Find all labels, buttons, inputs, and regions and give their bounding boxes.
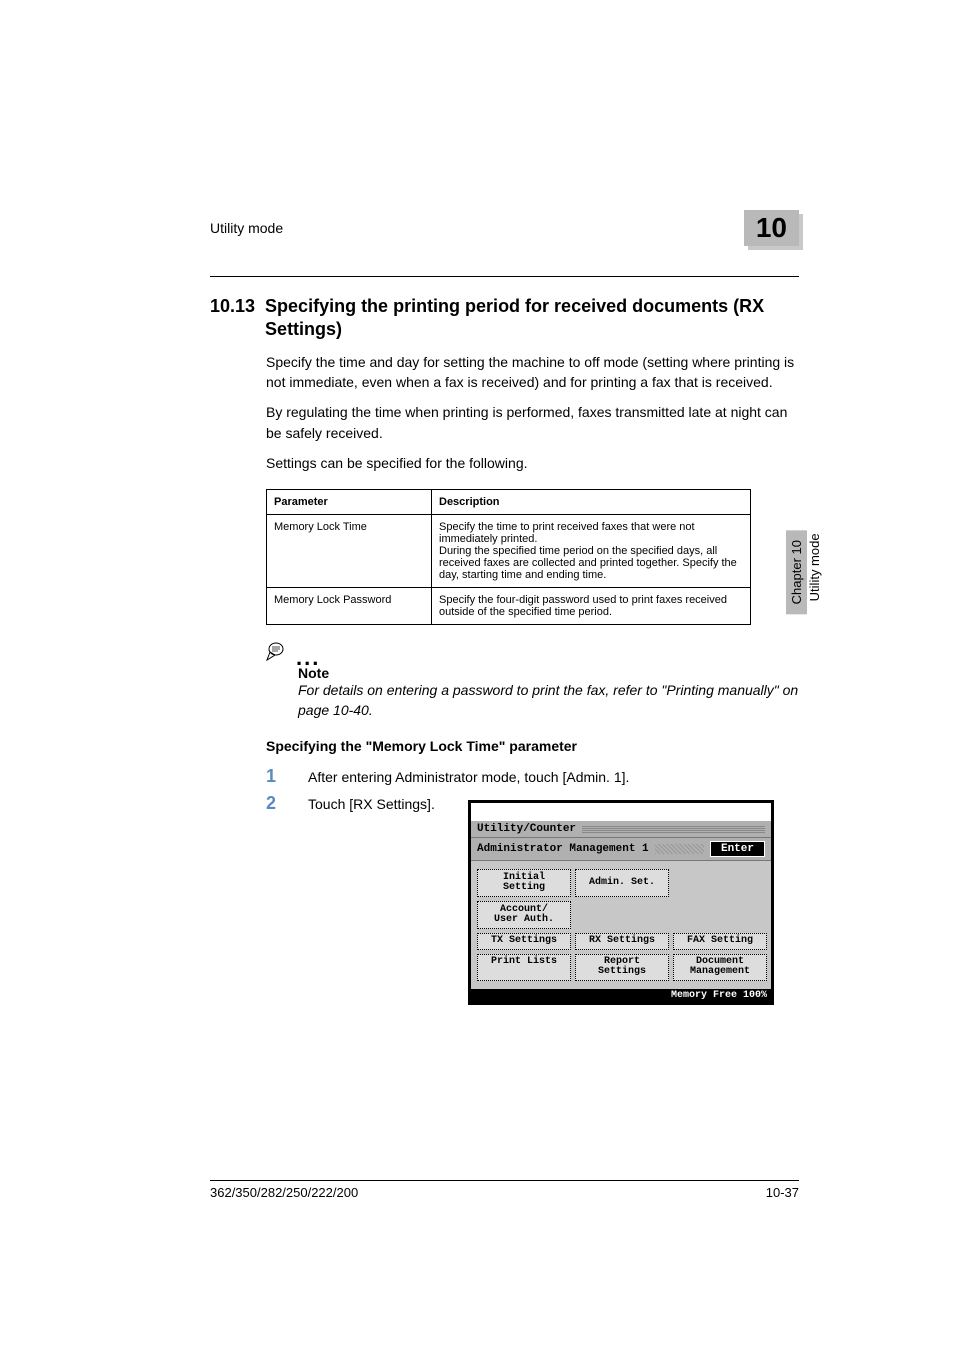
chapter-badge: 10	[744, 210, 799, 246]
table-header: Parameter	[267, 490, 432, 515]
screen-title: Utility/Counter	[477, 823, 576, 835]
sub-heading: Specifying the "Memory Lock Time" parame…	[266, 738, 799, 754]
paragraph: By regulating the time when printing is …	[266, 402, 799, 443]
footer-left: 362/350/282/250/222/200	[210, 1185, 358, 1200]
side-chapter-label: Chapter 10	[786, 530, 807, 614]
note-body: For details on entering a password to pr…	[298, 681, 799, 720]
page-footer: 362/350/282/250/222/200 10-37	[210, 1180, 799, 1200]
table-row: Memory Lock Time Specify the time to pri…	[267, 515, 751, 588]
section-number: 10.13	[210, 295, 255, 342]
fax-setting-button[interactable]: FAX Setting	[673, 933, 767, 950]
memory-indicator: Memory Free 100%	[471, 989, 771, 1002]
side-tab: Chapter 10 Utility mode	[786, 520, 822, 614]
divider	[210, 276, 799, 277]
print-lists-button[interactable]: Print Lists	[477, 954, 571, 981]
section-title: Specifying the printing period for recei…	[265, 295, 799, 342]
step-text: After entering Administrator mode, touch…	[308, 766, 629, 785]
side-mode-label: Utility mode	[807, 520, 822, 614]
ellipsis-icon: ...	[296, 652, 320, 663]
screen-subtitle: Administrator Management 1	[477, 843, 649, 855]
running-title: Utility mode	[210, 220, 283, 236]
table-cell: Specify the time to print received faxes…	[432, 515, 751, 588]
initial-setting-button[interactable]: Initial Setting	[477, 869, 571, 897]
footer-page-number: 10-37	[766, 1185, 799, 1200]
paragraph: Specify the time and day for setting the…	[266, 352, 799, 393]
account-user-auth-button[interactable]: Account/ User Auth.	[477, 901, 571, 929]
section-heading: 10.13 Specifying the printing period for…	[210, 295, 799, 342]
step-text: Touch [RX Settings].	[308, 793, 435, 812]
table-cell: Memory Lock Password	[267, 588, 432, 625]
step-number: 2	[266, 793, 282, 814]
note: ... Note For details on entering a passw…	[266, 641, 799, 720]
paragraph: Settings can be specified for the follow…	[266, 453, 799, 473]
note-label: Note	[298, 665, 799, 681]
table-header: Description	[432, 490, 751, 515]
step: 1 After entering Administrator mode, tou…	[266, 766, 799, 787]
table-row: Memory Lock Password Specify the four-di…	[267, 588, 751, 625]
device-screenshot: Utility/Counter Administrator Management…	[468, 800, 774, 1005]
step-number: 1	[266, 766, 282, 787]
note-icon	[266, 641, 292, 663]
parameter-table: Parameter Description Memory Lock Time S…	[266, 489, 751, 625]
tx-settings-button[interactable]: TX Settings	[477, 933, 571, 950]
table-cell: Memory Lock Time	[267, 515, 432, 588]
chapter-number: 10	[756, 212, 787, 243]
admin-set-button[interactable]: Admin. Set.	[575, 869, 669, 897]
table-cell: Specify the four-digit password used to …	[432, 588, 751, 625]
document-management-button[interactable]: Document Management	[673, 954, 767, 981]
enter-button[interactable]: Enter	[710, 841, 765, 857]
report-settings-button[interactable]: Report Settings	[575, 954, 669, 981]
rx-settings-button[interactable]: RX Settings	[575, 933, 669, 950]
